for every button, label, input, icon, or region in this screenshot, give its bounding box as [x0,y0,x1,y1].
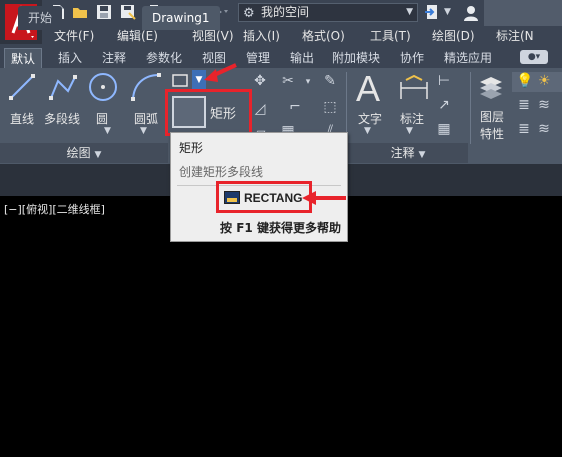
annotation-panel-footer[interactable]: 注释 ▼ [348,143,468,163]
tooltip-title: 矩形 [179,141,204,155]
tab-drawing1-label: Drawing1 [152,11,210,25]
annotation-arrow-icon [302,191,346,205]
circle-tool-label[interactable]: 圆 [96,110,108,127]
dimension-tool-icon[interactable] [398,74,430,104]
panel-divider [470,72,471,144]
menu-format[interactable]: 格式(O) [302,27,345,44]
chevron-down-icon: ▼ [418,150,426,160]
tab-addins[interactable]: 附加模块 [326,48,386,68]
share-icon[interactable] [424,4,440,20]
chevron-down-icon[interactable]: ▾ [298,73,318,91]
line-tool-icon[interactable] [8,73,36,101]
draw-panel-title: 绘图 [66,146,91,160]
help-key: F1 [236,221,253,235]
chevron-down-icon[interactable]: ▼ [104,126,116,136]
save-as-icon[interactable] [120,4,136,20]
tooltip-help: 按 F1 键获得更多帮助 [220,219,341,236]
rectangle-small-icon[interactable] [170,72,190,90]
tab-start[interactable]: 开始 [18,6,63,30]
polyline-tool-label[interactable]: 多段线 [44,110,80,127]
rectangle-button[interactable]: 矩形 [165,89,252,136]
rectangle-label: 矩形 [210,107,237,122]
menu-bar: 文件(F) 编辑(E) 视图(V) 插入(I) 格式(O) 工具(T) 绘图(D… [42,26,562,44]
layer-label-line2[interactable]: 特性 [480,125,504,142]
arc-tool-label[interactable]: 圆弧 [134,110,158,127]
explode-icon[interactable]: ⬚ [320,98,340,116]
fillet-icon[interactable]: ⌐ [285,98,305,116]
gear-icon: ⚙ [243,6,255,21]
circle-tool-icon[interactable] [88,72,118,102]
chevron-down-icon: ▼ [94,150,102,160]
table-icon[interactable]: ▦ [434,120,454,138]
text-tool-icon[interactable]: A [356,68,380,110]
menu-tools[interactable]: 工具(T) [370,27,411,44]
layer-dropdown[interactable]: 💡 ☀ [512,72,562,92]
layer-lock-icon[interactable]: ≣ [514,120,534,138]
menu-draw[interactable]: 绘图(D) [432,27,475,44]
trim-icon[interactable]: ✂ [278,72,298,90]
tab-collaborate[interactable]: 协作 [394,48,430,68]
viewport-controls[interactable]: [−][俯视][二维线框] [4,201,105,217]
linear-dimension-icon[interactable]: ⊢ [434,72,454,90]
annotation-arrow-icon [204,63,237,82]
command-icon [224,191,240,204]
erase-icon[interactable]: ✎ [320,72,340,90]
help-suffix: 键获得更多帮助 [256,221,341,235]
chevron-down-icon[interactable]: ▼ [140,126,152,136]
text-tool-label[interactable]: 文字 [358,110,382,127]
menu-insert[interactable]: 插入(I) [243,27,280,44]
search-box[interactable] [484,0,562,26]
tab-manage[interactable]: 管理 [240,48,276,68]
tab-default[interactable]: 默认 [4,48,43,68]
layer-properties-icon[interactable] [478,74,504,102]
line-tool-label[interactable]: 直线 [10,110,34,127]
draw-panel-footer[interactable]: 绘图 ▼ [0,143,168,163]
lightbulb-icon: 💡 [516,73,534,89]
tab-start-label: 开始 [28,11,53,25]
workspace-selector[interactable]: ⚙ 我的空间 ▼ [238,3,418,22]
layer-freeze-icon[interactable]: ≣ [514,96,534,114]
move-icon[interactable]: ✥ [250,72,270,90]
ribbon-options-icon[interactable]: ●▾ [520,50,548,64]
tab-featured-apps[interactable]: 精选应用 [438,48,498,68]
user-icon[interactable] [462,4,478,21]
tooltip-description: 创建矩形多段线 [179,165,264,179]
help-prefix: 按 [220,221,233,235]
ribbon-tab-bar: 默认 插入 注释 参数化 视图 管理 输出 附加模块 协作 精选应用 ●▾ [0,44,562,68]
annotation-panel-title: 注释 [390,146,415,160]
tab-drawing1[interactable]: Drawing1 [142,6,220,30]
save-icon[interactable] [96,4,112,20]
layer-isolate-icon[interactable]: ≋ [534,120,554,138]
leader-icon[interactable]: ↗ [434,96,454,114]
tab-insert[interactable]: 插入 [52,48,88,68]
open-icon[interactable] [72,4,88,20]
tab-output[interactable]: 输出 [284,48,320,68]
triangle-tool-icon[interactable]: ◿ [250,100,270,118]
arc-tool-icon[interactable] [130,72,162,102]
tab-parametric[interactable]: 参数化 [140,48,188,68]
workspace-label: 我的空间 [261,5,310,19]
sun-icon: ☀ [538,73,551,89]
layer-match-icon[interactable]: ≋ [534,96,554,114]
dimension-tool-label[interactable]: 标注 [400,110,424,127]
chevron-down-icon: ▼ [406,7,413,17]
tab-annotate[interactable]: 注释 [96,48,132,68]
chevron-down-icon[interactable]: ▼ [364,126,371,136]
chevron-down-icon[interactable]: ▼ [406,126,413,136]
chevron-down-icon[interactable]: ▼ [444,3,456,21]
layer-label-line1[interactable]: 图层 [480,108,504,125]
menu-dimension[interactable]: 标注(N [496,27,534,44]
command-name: RECTANG [244,191,303,205]
rectangle-icon [172,96,206,128]
polyline-tool-icon[interactable] [48,73,78,101]
